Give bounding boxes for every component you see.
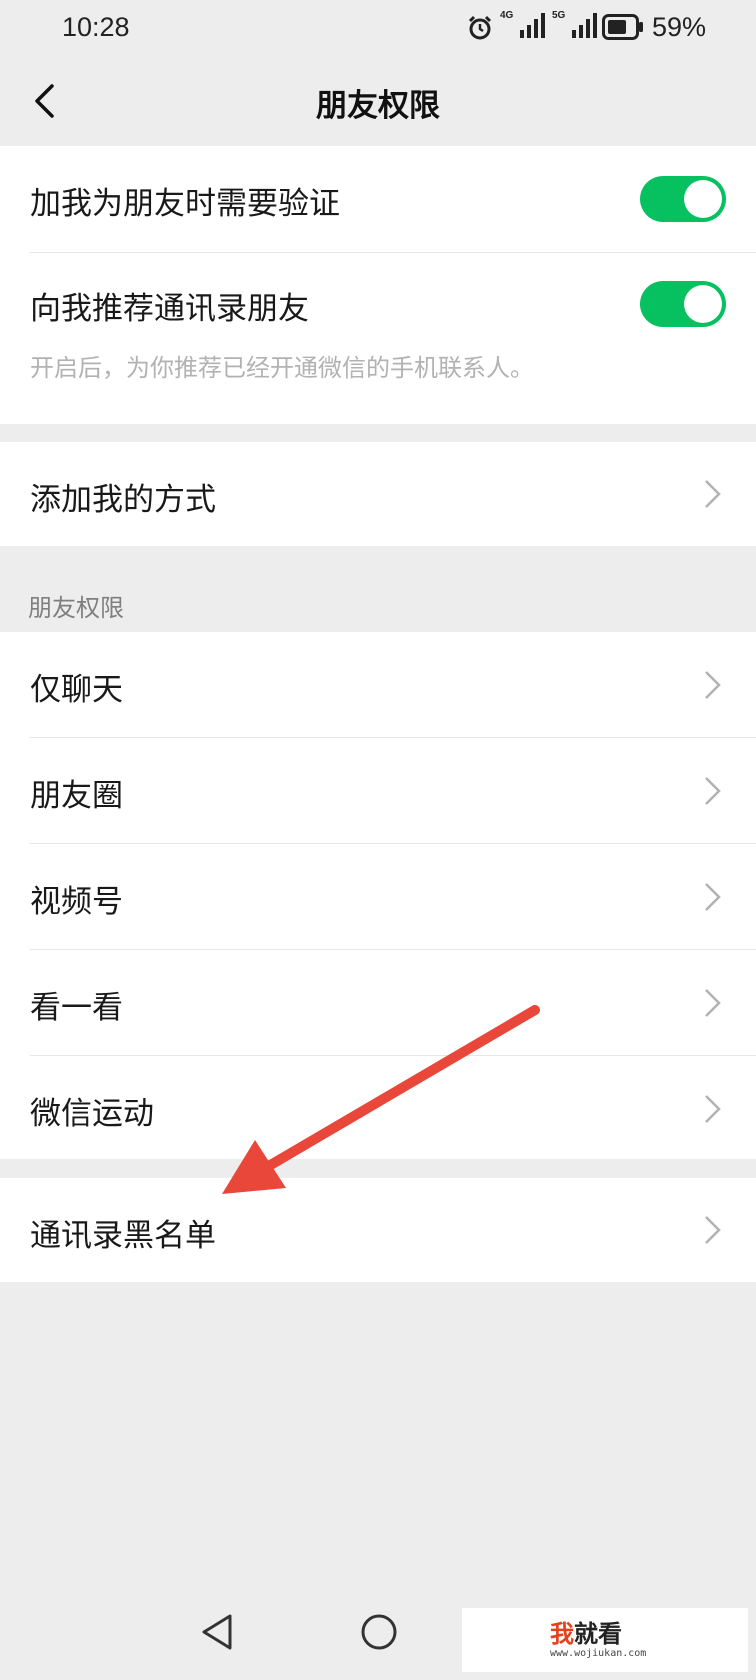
permissions-group: 仅聊天 朋友圈 视频号 看一看 微信运动: [0, 632, 756, 1159]
nav-back-icon[interactable]: [196, 1610, 240, 1654]
chevron-right-icon: [705, 480, 721, 508]
chevron-right-icon: [705, 671, 721, 699]
list-item-label: 仅聊天: [30, 672, 123, 708]
navigation-bar: 朋友权限: [0, 56, 756, 146]
add-methods-row[interactable]: 添加我的方式: [0, 442, 756, 546]
list-item-top-stories[interactable]: 看一看: [0, 950, 756, 1055]
watermark-brand: 我就看: [550, 1614, 622, 1649]
list-item-werun[interactable]: 微信运动: [0, 1056, 756, 1159]
chevron-right-icon: [705, 989, 721, 1017]
watermark-brand-accent: 我: [550, 1620, 574, 1648]
chevron-right-icon: [705, 883, 721, 911]
status-time: 10:28: [62, 12, 130, 42]
recommend-contacts-toggle[interactable]: [640, 281, 726, 327]
section-header-friend-permissions: 朋友权限: [28, 594, 124, 622]
watermark-brand-rest: 就看: [574, 1620, 622, 1648]
battery-icon: [602, 14, 643, 40]
list-item-label: 朋友圈: [30, 778, 123, 814]
recommend-contacts-hint: 开启后，为你推荐已经开通微信的手机联系人。: [30, 354, 534, 382]
add-methods-group: 添加我的方式: [0, 442, 756, 546]
blacklist-group: 通讯录黑名单: [0, 1178, 756, 1282]
list-item-label: 微信运动: [30, 1096, 154, 1132]
list-item-label: 看一看: [30, 990, 123, 1026]
verification-settings-group: 加我为朋友时需要验证 向我推荐通讯录朋友 开启后，为你推荐已经开通微信的手机联系…: [0, 146, 756, 424]
toggle-knob: [684, 285, 722, 323]
blacklist-label: 通讯录黑名单: [30, 1218, 216, 1254]
chevron-right-icon: [705, 777, 721, 805]
list-item-label: 视频号: [30, 884, 123, 920]
recommend-contacts-label: 向我推荐通讯录朋友: [30, 291, 309, 327]
verify-request-row: 加我为朋友时需要验证: [0, 146, 756, 252]
chevron-right-icon: [705, 1216, 721, 1244]
list-item-blacklist[interactable]: 通讯录黑名单: [0, 1178, 756, 1282]
watermark-url: www.wojiukan.com: [550, 1648, 647, 1659]
list-item-moments[interactable]: 朋友圈: [0, 738, 756, 843]
verify-request-label: 加我为朋友时需要验证: [30, 186, 340, 222]
page-title: 朋友权限: [316, 88, 440, 124]
nav-home-icon[interactable]: [357, 1610, 401, 1654]
status-bar: 10:28 4G 5G 59%: [0, 0, 756, 56]
battery-percent: 59%: [651, 12, 706, 42]
recommend-contacts-row: 向我推荐通讯录朋友 开启后，为你推荐已经开通微信的手机联系人。: [0, 253, 756, 424]
verify-request-toggle[interactable]: [640, 176, 726, 222]
watermark-logo: 我就看 www.wojiukan.com: [462, 1608, 748, 1672]
list-item-channels[interactable]: 视频号: [0, 844, 756, 949]
alarm-icon: [468, 15, 492, 40]
chevron-right-icon: [705, 1095, 721, 1123]
list-item-chat-only[interactable]: 仅聊天: [0, 632, 756, 737]
toggle-knob: [684, 180, 722, 218]
signal-5g-icon: 5G: [552, 10, 598, 40]
add-methods-label: 添加我的方式: [30, 482, 216, 518]
signal-4g-icon: 4G: [500, 10, 546, 40]
